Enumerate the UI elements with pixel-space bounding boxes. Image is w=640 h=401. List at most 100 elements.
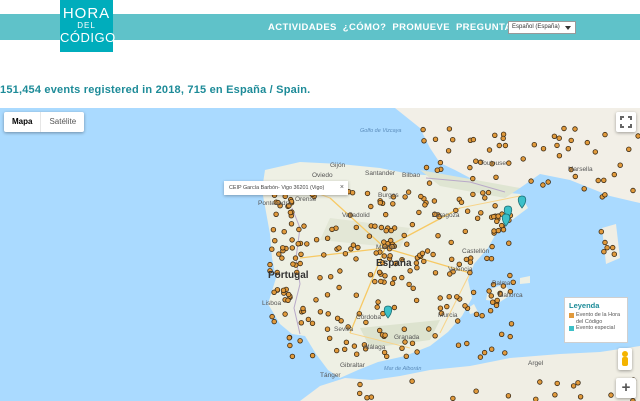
event-marker[interactable] — [430, 251, 436, 258]
event-marker[interactable] — [572, 126, 578, 132]
event-marker[interactable] — [577, 394, 584, 400]
event-marker[interactable] — [376, 269, 383, 275]
event-marker[interactable] — [446, 126, 453, 132]
event-marker[interactable] — [495, 213, 501, 219]
event-marker[interactable] — [276, 251, 282, 257]
event-marker[interactable] — [584, 139, 590, 146]
event-marker[interactable] — [272, 237, 278, 244]
event-marker[interactable] — [280, 287, 287, 293]
event-marker[interactable] — [301, 223, 307, 229]
event-marker[interactable] — [604, 244, 610, 251]
event-marker[interactable] — [271, 289, 277, 295]
event-marker[interactable] — [437, 305, 444, 311]
event-marker[interactable] — [364, 190, 371, 197]
event-marker[interactable] — [297, 338, 303, 344]
event-marker[interactable] — [309, 320, 316, 326]
event-marker[interactable] — [592, 149, 598, 155]
event-marker[interactable] — [474, 215, 481, 221]
event-marker[interactable] — [324, 326, 331, 332]
event-marker[interactable] — [533, 396, 539, 401]
event-marker[interactable] — [269, 313, 275, 320]
event-marker[interactable] — [403, 353, 409, 359]
event-marker[interactable] — [450, 137, 456, 143]
event-marker[interactable] — [285, 291, 292, 298]
event-marker[interactable] — [489, 346, 495, 352]
event-marker[interactable] — [269, 246, 275, 252]
event-marker[interactable] — [378, 278, 384, 285]
event-marker[interactable] — [431, 198, 438, 204]
event-marker[interactable] — [373, 250, 379, 256]
event-marker[interactable] — [601, 177, 607, 183]
fullscreen-button[interactable] — [616, 112, 636, 132]
event-marker[interactable] — [610, 244, 616, 251]
event-marker[interactable] — [437, 159, 444, 166]
event-marker[interactable] — [374, 304, 380, 310]
event-marker[interactable] — [611, 171, 617, 178]
event-marker[interactable] — [450, 395, 456, 401]
event-marker[interactable] — [444, 303, 450, 310]
event-marker[interactable] — [424, 248, 431, 254]
event-marker[interactable] — [298, 320, 304, 326]
event-marker[interactable] — [317, 274, 323, 281]
event-marker[interactable] — [282, 311, 288, 317]
event-marker[interactable] — [551, 133, 558, 139]
event-marker[interactable] — [414, 349, 420, 355]
event-marker[interactable] — [342, 250, 349, 257]
event-marker[interactable] — [328, 273, 334, 280]
event-marker[interactable] — [540, 146, 547, 152]
event-marker[interactable] — [350, 242, 357, 248]
event-marker[interactable] — [290, 261, 296, 267]
event-marker[interactable] — [287, 209, 294, 216]
event-marker[interactable] — [286, 335, 292, 341]
event-marker[interactable] — [568, 137, 574, 144]
event-marker[interactable] — [421, 138, 427, 144]
event-marker[interactable] — [423, 164, 430, 171]
event-marker[interactable] — [473, 311, 480, 317]
event-marker[interactable] — [327, 335, 333, 341]
event-marker[interactable] — [494, 218, 500, 224]
event-marker[interactable] — [368, 203, 374, 210]
event-marker[interactable] — [486, 147, 493, 153]
event-marker[interactable] — [273, 211, 279, 217]
event-marker[interactable] — [531, 142, 537, 148]
nav-promueve[interactable]: PROMUEVE — [392, 22, 450, 33]
event-marker[interactable] — [353, 256, 359, 262]
event-marker[interactable] — [313, 297, 319, 303]
event-marker[interactable] — [289, 245, 295, 251]
event-marker[interactable] — [287, 342, 293, 349]
event-marker[interactable] — [383, 227, 389, 234]
event-marker[interactable] — [357, 381, 363, 388]
event-marker[interactable] — [407, 268, 413, 274]
event-marker[interactable] — [391, 275, 397, 282]
event-marker[interactable] — [554, 142, 560, 149]
event-marker[interactable] — [537, 379, 543, 385]
map-type-mapa-button[interactable]: Mapa — [4, 112, 40, 132]
event-marker[interactable] — [505, 393, 512, 399]
event-marker[interactable] — [470, 136, 477, 143]
event-marker[interactable] — [325, 311, 331, 317]
event-marker[interactable] — [305, 316, 312, 323]
event-marker[interactable] — [462, 303, 468, 309]
event-marker[interactable] — [462, 228, 468, 235]
event-marker[interactable] — [495, 227, 502, 234]
event-marker[interactable] — [382, 332, 388, 338]
event-marker[interactable] — [601, 248, 607, 255]
event-marker[interactable] — [520, 156, 526, 162]
event-marker[interactable] — [351, 343, 358, 349]
event-marker[interactable] — [402, 194, 408, 200]
event-marker[interactable] — [410, 285, 416, 291]
event-marker[interactable] — [496, 142, 502, 149]
event-marker[interactable] — [484, 255, 490, 262]
event-marker[interactable] — [304, 241, 310, 247]
event-marker[interactable] — [470, 175, 476, 182]
event-marker[interactable] — [448, 239, 454, 246]
event-marker[interactable] — [482, 195, 488, 201]
event-marker[interactable] — [506, 160, 512, 166]
event-marker[interactable] — [418, 193, 424, 200]
event-marker[interactable] — [486, 288, 492, 294]
event-marker[interactable] — [404, 241, 410, 247]
event-marker[interactable] — [575, 380, 581, 386]
event-marker[interactable] — [478, 210, 484, 216]
event-marker[interactable] — [296, 226, 302, 233]
event-marker[interactable] — [556, 153, 563, 159]
